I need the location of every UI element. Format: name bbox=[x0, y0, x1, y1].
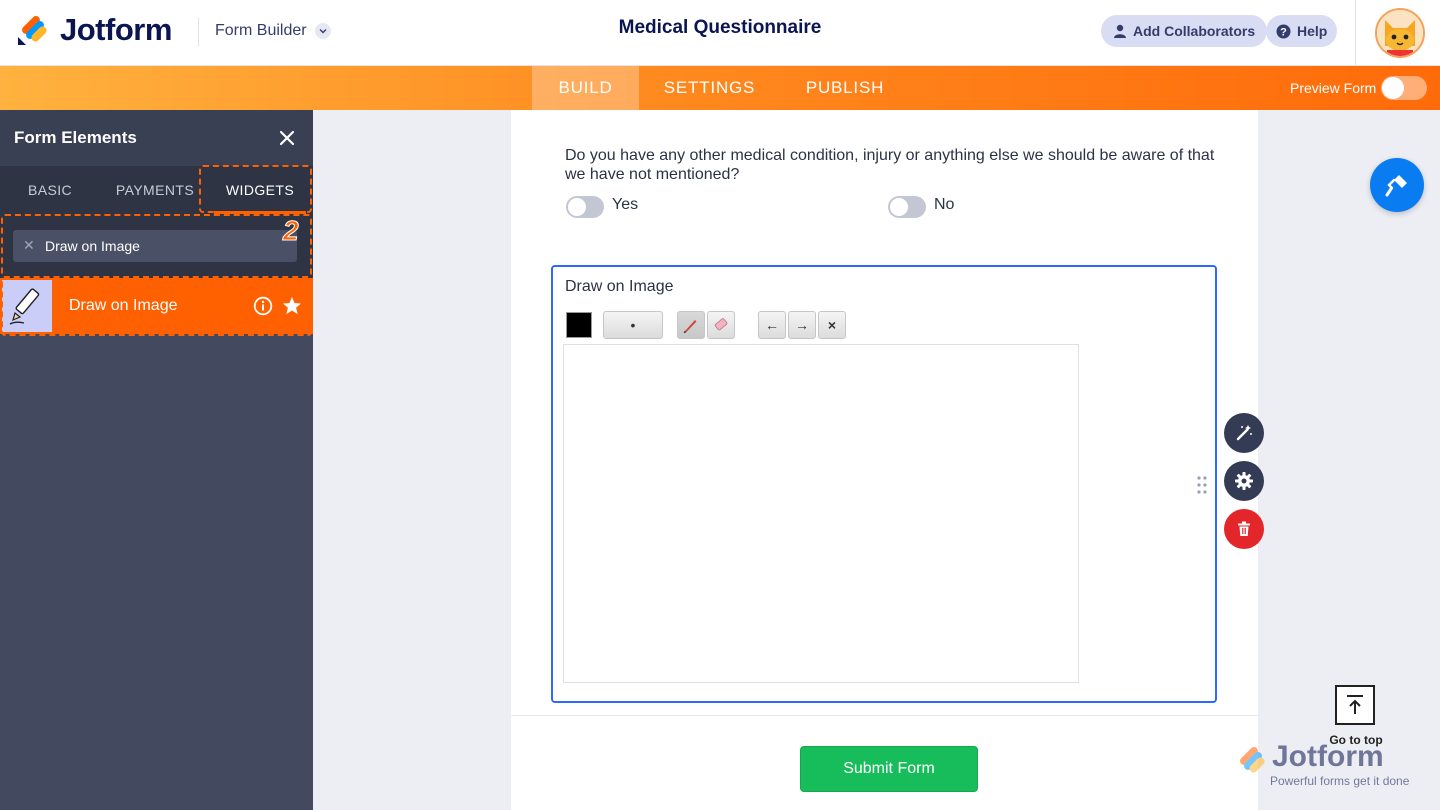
undo-arrow-icon: ← bbox=[765, 317, 779, 333]
builder-navbar: BUILD SETTINGS PUBLISH Preview Form bbox=[0, 66, 1440, 110]
help-label: Help bbox=[1297, 23, 1328, 39]
form-builder-menu[interactable]: Form Builder bbox=[215, 22, 331, 40]
panel-header: Form Elements bbox=[0, 110, 313, 166]
go-to-top-button[interactable] bbox=[1335, 685, 1375, 725]
panel-title: Form Elements bbox=[14, 128, 137, 147]
preview-form-label: Preview Form bbox=[1290, 80, 1377, 96]
toggle-knob bbox=[1382, 77, 1404, 99]
question-circle-icon: ? bbox=[1276, 24, 1291, 38]
draw-widget-title[interactable]: Draw on Image bbox=[565, 278, 674, 296]
top-header: Jotform Form Builder Medical Questionnai… bbox=[0, 0, 1440, 66]
user-icon bbox=[1114, 24, 1126, 38]
add-collaborators-label: Add Collaborators bbox=[1133, 23, 1256, 39]
header-divider-right bbox=[1355, 0, 1356, 66]
form-footer-divider bbox=[511, 715, 1258, 716]
drawing-canvas[interactable] bbox=[563, 344, 1079, 683]
clear-canvas-button[interactable]: × bbox=[818, 311, 846, 339]
magic-wand-icon bbox=[1236, 425, 1252, 441]
form-builder-label: Form Builder bbox=[215, 22, 307, 39]
highlight-widgets-tab bbox=[199, 165, 312, 213]
jotform-watermark: Jotform Powerful forms get it done bbox=[1234, 740, 1414, 788]
tab-publish[interactable]: PUBLISH bbox=[795, 66, 895, 110]
tab-basic[interactable]: BASIC bbox=[0, 166, 100, 214]
user-avatar[interactable] bbox=[1375, 8, 1425, 58]
redo-arrow-icon: → bbox=[795, 317, 809, 333]
eraser-icon bbox=[714, 318, 728, 331]
wizard-button[interactable] bbox=[1224, 413, 1264, 453]
tab-settings[interactable]: SETTINGS bbox=[652, 66, 767, 110]
question-label[interactable]: Do you have any other medical condition,… bbox=[565, 146, 1215, 184]
header-divider bbox=[198, 18, 199, 46]
preview-form-toggle[interactable] bbox=[1381, 76, 1427, 100]
paint-roller-icon bbox=[1385, 175, 1407, 197]
tab-payments[interactable]: PAYMENTS bbox=[104, 166, 206, 214]
brush-size-select[interactable]: • bbox=[603, 311, 663, 339]
jotform-logo[interactable]: Jotform bbox=[16, 12, 172, 48]
brush-size-value: • bbox=[630, 317, 636, 333]
form-designer-button[interactable] bbox=[1370, 158, 1424, 212]
trash-icon bbox=[1238, 521, 1250, 536]
form-title[interactable]: Medical Questionnaire bbox=[619, 17, 822, 38]
watermark-brand: Jotform bbox=[1272, 740, 1384, 773]
option-yes-toggle[interactable] bbox=[566, 196, 604, 218]
watermark-tagline: Powerful forms get it done bbox=[1270, 774, 1410, 788]
drag-handle-icon[interactable] bbox=[1197, 476, 1207, 494]
pen-icon bbox=[683, 320, 697, 334]
highlight-search bbox=[1, 214, 312, 278]
help-button[interactable]: ? Help bbox=[1266, 15, 1338, 47]
redo-button[interactable]: → bbox=[788, 311, 816, 339]
option-yes-label: Yes bbox=[612, 196, 639, 213]
add-collaborators-button[interactable]: Add Collaborators bbox=[1101, 15, 1268, 47]
color-picker-swatch[interactable] bbox=[566, 312, 592, 338]
delete-field-button[interactable] bbox=[1224, 509, 1264, 549]
chevron-down-icon bbox=[314, 23, 331, 39]
pen-tool-button[interactable] bbox=[677, 311, 705, 339]
submit-form-button[interactable]: Submit Form bbox=[800, 746, 978, 792]
step-number-badge: 2 bbox=[283, 215, 300, 247]
svg-text:?: ? bbox=[1280, 26, 1287, 38]
clear-icon: × bbox=[827, 317, 837, 333]
arrow-up-icon bbox=[1347, 695, 1363, 714]
jotform-logo-icon bbox=[18, 16, 47, 45]
tab-build[interactable]: BUILD bbox=[532, 66, 639, 110]
toggle-knob bbox=[568, 198, 586, 216]
highlight-result bbox=[1, 278, 312, 336]
properties-button[interactable] bbox=[1224, 461, 1264, 501]
cat-avatar-icon bbox=[1377, 10, 1423, 56]
brand-name: Jotform bbox=[60, 12, 172, 47]
toggle-knob bbox=[890, 198, 908, 216]
jotform-logo-icon bbox=[1240, 747, 1265, 773]
close-icon[interactable] bbox=[276, 127, 298, 149]
option-no-label: No bbox=[934, 196, 955, 213]
gear-icon bbox=[1235, 472, 1253, 490]
undo-button[interactable]: ← bbox=[758, 311, 786, 339]
eraser-tool-button[interactable] bbox=[707, 311, 735, 339]
option-no-toggle[interactable] bbox=[888, 196, 926, 218]
